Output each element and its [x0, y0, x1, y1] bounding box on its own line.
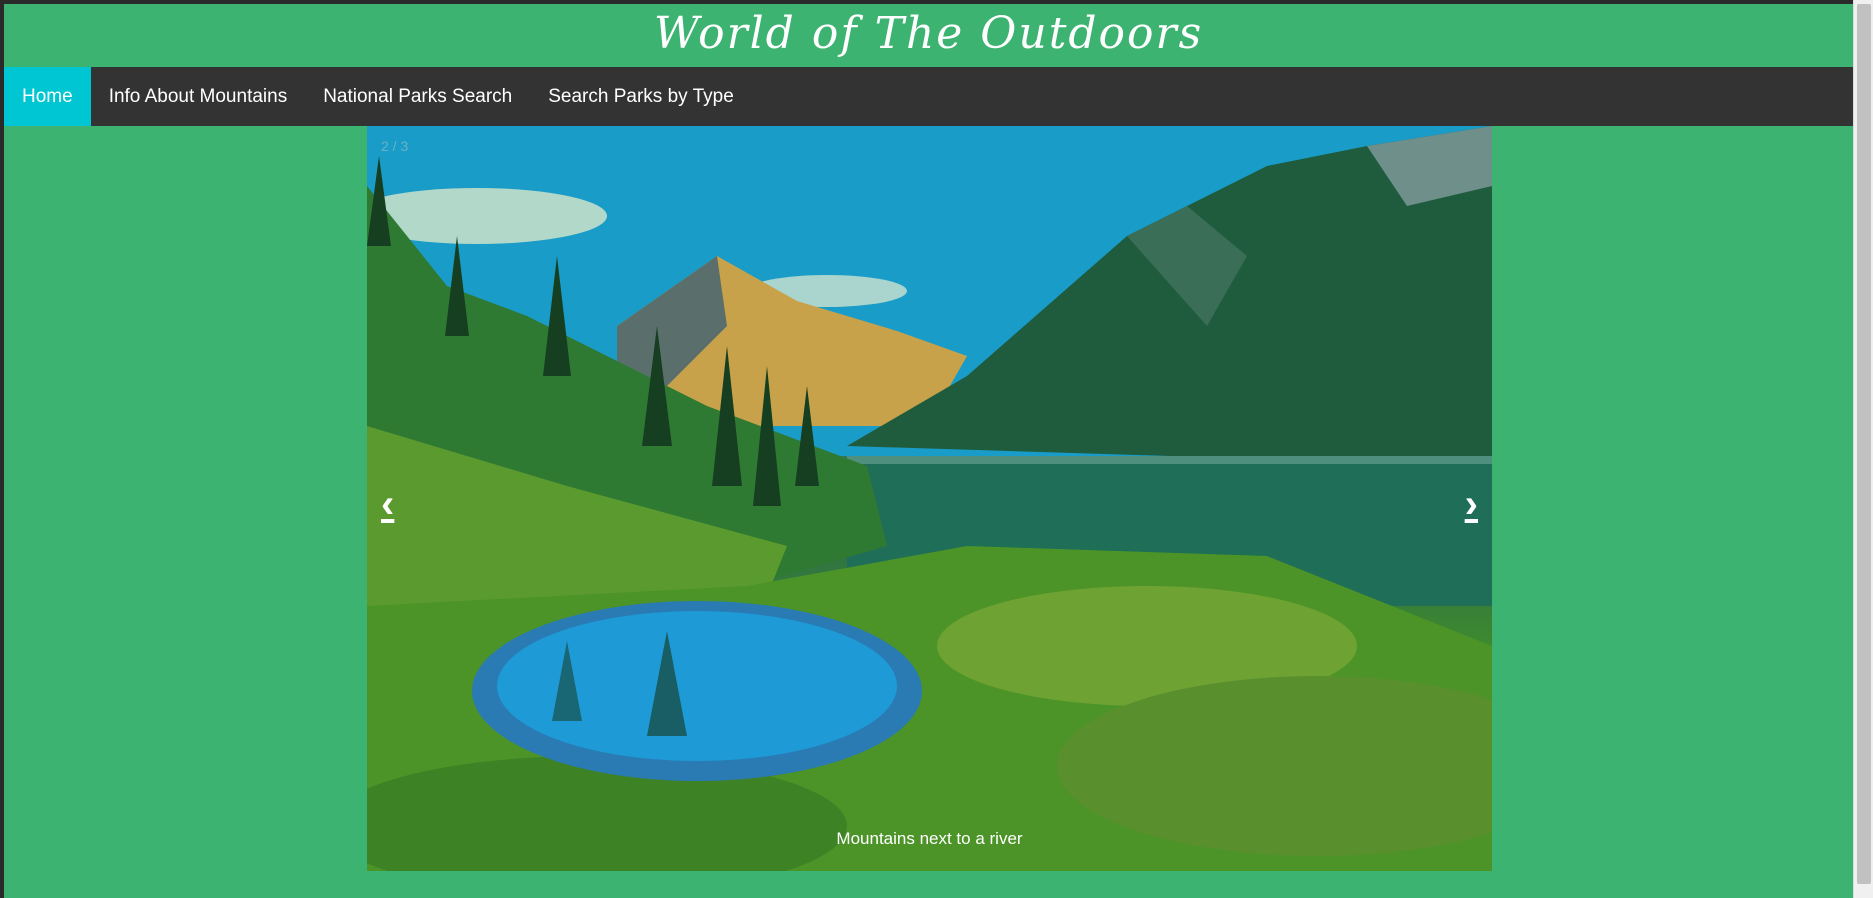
- slideshow: 2 / 3 ‹ › Mountains next to a river: [367, 126, 1492, 871]
- vertical-scrollbar[interactable]: [1853, 0, 1873, 898]
- scrollbar-thumb[interactable]: [1857, 4, 1871, 884]
- navbar: Home Info About Mountains National Parks…: [4, 67, 1853, 126]
- slide-caption: Mountains next to a river: [836, 829, 1023, 848]
- site-title: World of The Outdoors: [653, 8, 1204, 59]
- nav-item-info-about-mountains[interactable]: Info About Mountains: [91, 67, 306, 126]
- nav-item-search-parks-by-type[interactable]: Search Parks by Type: [530, 67, 752, 126]
- previous-arrow-icon[interactable]: ‹: [381, 484, 394, 524]
- nav-item-national-parks-search[interactable]: National Parks Search: [305, 67, 530, 126]
- nav-item-home[interactable]: Home: [4, 67, 91, 126]
- landscape-image: [367, 126, 1492, 871]
- slide-counter: 2 / 3: [381, 138, 409, 154]
- next-arrow-icon[interactable]: ›: [1465, 484, 1478, 524]
